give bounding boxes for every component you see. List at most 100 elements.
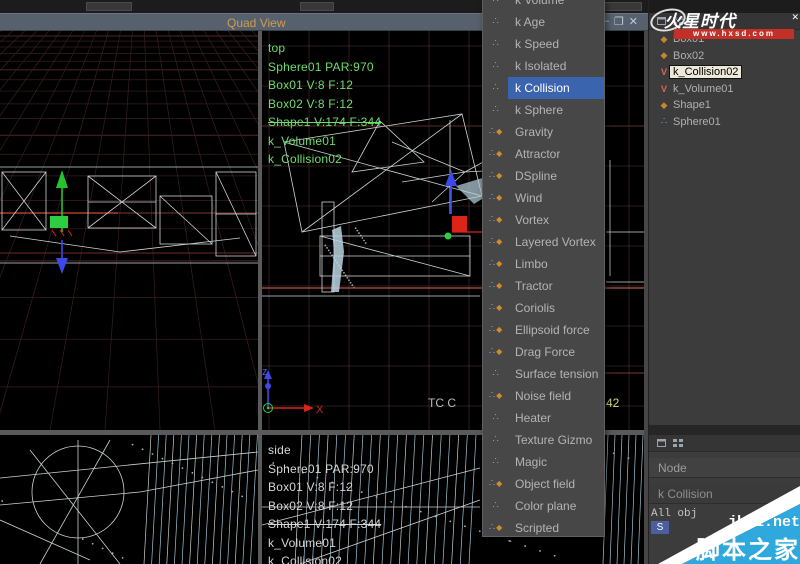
panel-top-strip bbox=[649, 0, 800, 13]
particle-icon: ∴ bbox=[492, 39, 498, 49]
menu-item-icons: ∴◆ bbox=[483, 165, 508, 187]
panel-layout-icon[interactable] bbox=[657, 438, 667, 448]
menu-item-attractor[interactable]: ∴◆Attractor bbox=[483, 143, 604, 165]
menu-item-icons: ∴ bbox=[483, 77, 508, 99]
restore-button[interactable]: ❐ bbox=[614, 15, 624, 28]
side-view-stats: sideSphere01 PAR:970Box01 V:8 F:12Box02 … bbox=[268, 441, 381, 564]
menu-item-texture-gizmo[interactable]: ∴Texture Gizmo bbox=[483, 429, 604, 451]
panel-divider[interactable] bbox=[649, 425, 800, 435]
menu-item-icons: ∴◆ bbox=[483, 385, 508, 407]
panel-grid-icon[interactable] bbox=[673, 438, 683, 448]
menu-item-k-collision[interactable]: ∴k Collision bbox=[483, 77, 604, 99]
particle-icon: ∴ bbox=[489, 171, 495, 181]
scene-item-box01[interactable]: ◆Box01 bbox=[649, 31, 800, 48]
menu-item-object-field[interactable]: ∴◆Object field bbox=[483, 473, 604, 495]
menu-item-limbo[interactable]: ∴◆Limbo bbox=[483, 253, 604, 275]
stat-line: Box02 V:8 F:12 bbox=[268, 95, 381, 114]
particle-icon: ∴ bbox=[489, 479, 495, 489]
menu-item-icons: ∴◆ bbox=[483, 143, 508, 165]
menu-item-label: k Age bbox=[508, 11, 604, 33]
menu-item-vortex[interactable]: ∴◆Vortex bbox=[483, 209, 604, 231]
menu-item-icons: ∴◆ bbox=[483, 297, 508, 319]
scene-object-list: ◆Box01◆Box02Vk_Collision02Vk_Volume01◆Sh… bbox=[649, 31, 800, 130]
scene-item-box02[interactable]: ◆Box02 bbox=[649, 48, 800, 65]
menu-item-dspline[interactable]: ∴◆DSpline bbox=[483, 165, 604, 187]
axis-label-x: X bbox=[316, 404, 324, 416]
node-list-selected[interactable]: S bbox=[651, 521, 669, 534]
stat-line: k_Collision02 bbox=[268, 150, 381, 169]
menu-item-heater[interactable]: ∴Heater bbox=[483, 407, 604, 429]
node-type-field[interactable]: k Collision bbox=[649, 484, 800, 504]
menu-item-icons: ∴◆ bbox=[483, 253, 508, 275]
scene-item-shape1[interactable]: ◆Shape1 bbox=[649, 97, 800, 114]
menu-item-k-volume[interactable]: ∴k Volume bbox=[483, 0, 604, 11]
toolbar-button[interactable] bbox=[86, 2, 132, 11]
force-icon: ◆ bbox=[496, 304, 502, 312]
menu-item-icons: ∴ bbox=[483, 99, 508, 121]
axis-tripod: X z bbox=[262, 366, 324, 416]
particle-icon: ∴ bbox=[658, 116, 670, 127]
viewport-splitter-vertical[interactable] bbox=[258, 31, 262, 564]
stat-line: Shape1 V:174 F:344 bbox=[268, 113, 381, 132]
force-icon: ◆ bbox=[496, 238, 502, 246]
menu-item-icons: ∴◆ bbox=[483, 187, 508, 209]
stat-line: k_Volume01 bbox=[268, 534, 381, 553]
menu-item-coriolis[interactable]: ∴◆Coriolis bbox=[483, 297, 604, 319]
force-icon: ◆ bbox=[496, 172, 502, 180]
menu-item-ellipsoid-force[interactable]: ∴◆Ellipsoid force bbox=[483, 319, 604, 341]
menu-item-label: Object field bbox=[508, 473, 604, 495]
toolbar-button[interactable] bbox=[300, 2, 334, 11]
menu-item-scripted[interactable]: ∴◆Scripted bbox=[483, 517, 604, 537]
close-button[interactable]: ✕ bbox=[629, 15, 638, 28]
menu-item-label: Ellipsoid force bbox=[508, 319, 604, 341]
particle-icon: ∴ bbox=[492, 457, 498, 467]
force-icon: ◆ bbox=[496, 128, 502, 136]
menu-item-drag-force[interactable]: ∴◆Drag Force bbox=[483, 341, 604, 363]
particle-icon: ∴ bbox=[492, 369, 498, 379]
menu-item-wind[interactable]: ∴◆Wind bbox=[483, 187, 604, 209]
menu-item-layered-vortex[interactable]: ∴◆Layered Vortex bbox=[483, 231, 604, 253]
menu-item-magic[interactable]: ∴Magic bbox=[483, 451, 604, 473]
menu-item-icons: ∴ bbox=[483, 55, 508, 77]
menu-item-k-speed[interactable]: ∴k Speed bbox=[483, 33, 604, 55]
scene-item-label: Box01 bbox=[670, 33, 707, 45]
panel-layout-icon[interactable] bbox=[657, 16, 667, 26]
menu-item-color-plane[interactable]: ∴Color plane bbox=[483, 495, 604, 517]
menu-item-icons: ∴ bbox=[483, 407, 508, 429]
viewport-name: top bbox=[268, 39, 381, 58]
menu-item-label: Attractor bbox=[508, 143, 604, 165]
node-list-entry[interactable]: All obj bbox=[651, 508, 697, 520]
menu-item-label: Texture Gizmo bbox=[508, 429, 604, 451]
scene-item-k_collision02[interactable]: Vk_Collision02 bbox=[649, 64, 800, 81]
node-field[interactable]: Node bbox=[649, 458, 800, 478]
menu-item-surface-tension[interactable]: ∴Surface tension bbox=[483, 363, 604, 385]
move-gizmo-y-axis[interactable] bbox=[50, 170, 72, 274]
menu-item-icons: ∴◆ bbox=[483, 517, 508, 537]
red-v-icon: V bbox=[658, 67, 670, 77]
scene-item-label: Box02 bbox=[670, 50, 707, 62]
scene-item-k_volume01[interactable]: Vk_Volume01 bbox=[649, 81, 800, 98]
stat-line: Box01 V:8 F:12 bbox=[268, 478, 381, 497]
menu-item-k-sphere[interactable]: ∴k Sphere bbox=[483, 99, 604, 121]
particle-icon: ∴ bbox=[489, 325, 495, 335]
panel-grid-icon[interactable] bbox=[673, 16, 683, 26]
scene-item-label: k_Volume01 bbox=[670, 83, 737, 95]
menu-item-label: k Collision bbox=[508, 77, 604, 99]
stat-line: Box01 V:8 F:12 bbox=[268, 76, 381, 95]
particle-icon: ∴ bbox=[492, 61, 498, 71]
menu-item-icons: ∴ bbox=[483, 451, 508, 473]
menu-item-gravity[interactable]: ∴◆Gravity bbox=[483, 121, 604, 143]
menu-item-tractor[interactable]: ∴◆Tractor bbox=[483, 275, 604, 297]
particle-icon: ∴ bbox=[489, 303, 495, 313]
menu-item-label: Color plane bbox=[508, 495, 604, 517]
menu-item-icons: ∴ bbox=[483, 0, 508, 11]
scene-item-sphere01[interactable]: ∴Sphere01 bbox=[649, 114, 800, 131]
particle-icon: ∴ bbox=[492, 413, 498, 423]
menu-item-noise-field[interactable]: ∴◆Noise field bbox=[483, 385, 604, 407]
particle-icon: ∴ bbox=[489, 127, 495, 137]
timecode-label: TC C bbox=[428, 396, 456, 410]
menu-item-icons: ∴◆ bbox=[483, 275, 508, 297]
menu-item-k-isolated[interactable]: ∴k Isolated bbox=[483, 55, 604, 77]
menu-item-k-age[interactable]: ∴k Age bbox=[483, 11, 604, 33]
top-view-stats: topSphere01 PAR:970Box01 V:8 F:12Box02 V… bbox=[268, 39, 381, 169]
